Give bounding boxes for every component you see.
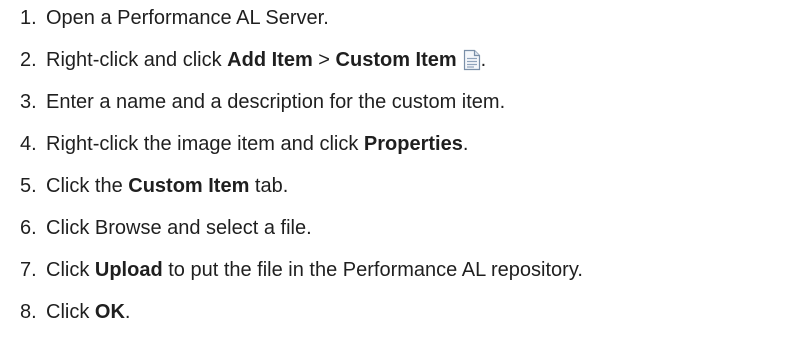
step-text: Enter a name and a description for the c… [46, 91, 506, 113]
step-text: Click [46, 259, 95, 281]
step-8: 8. Click OK . [20, 297, 130, 327]
step-number: 2. [20, 49, 37, 71]
custom-item-tab-label: Custom Item [128, 175, 250, 197]
step-5: 5. Click the Custom Item tab. [20, 171, 288, 201]
step-2: 2. Right-click and click Add Item > Cust… [20, 45, 486, 75]
step-text-end: to put the file in the Performance AL re… [162, 259, 583, 281]
step-text: Click Browse and select a file. [46, 217, 312, 239]
step-1: 1. Open a Performance AL Server. [20, 3, 329, 33]
custom-item-label: Custom Item [335, 49, 457, 71]
step-text-end: . [480, 49, 487, 71]
step-text: Right-click and click [46, 49, 228, 71]
ok-label: OK [94, 301, 125, 323]
step-text: Right-click the image item and click [46, 133, 364, 155]
document-icon [463, 49, 481, 71]
step-text: Click the [46, 175, 129, 197]
step-7: 7. Click Upload to put the file in the P… [20, 255, 583, 285]
step-6: 6. Click Browse and select a file. [20, 213, 312, 243]
properties-label: Properties [363, 133, 463, 155]
step-number: 5. [20, 175, 37, 197]
step-number: 4. [20, 133, 37, 155]
step-number: 7. [20, 259, 37, 281]
step-text-separator: > [312, 49, 336, 71]
step-text-end: . [124, 301, 131, 323]
add-item-label: Add Item [227, 49, 313, 71]
step-number: 1. [20, 7, 37, 29]
step-text-end: . [462, 133, 469, 155]
step-text-end: tab. [249, 175, 289, 197]
upload-label: Upload [94, 259, 163, 281]
step-number: 3. [20, 91, 37, 113]
step-3: 3. Enter a name and a description for th… [20, 87, 505, 117]
step-text: Click [46, 301, 95, 323]
step-text: Open a Performance AL Server. [46, 7, 329, 29]
step-number: 6. [20, 217, 37, 239]
step-4: 4. Right-click the image item and click … [20, 129, 468, 159]
step-number: 8. [20, 301, 37, 323]
